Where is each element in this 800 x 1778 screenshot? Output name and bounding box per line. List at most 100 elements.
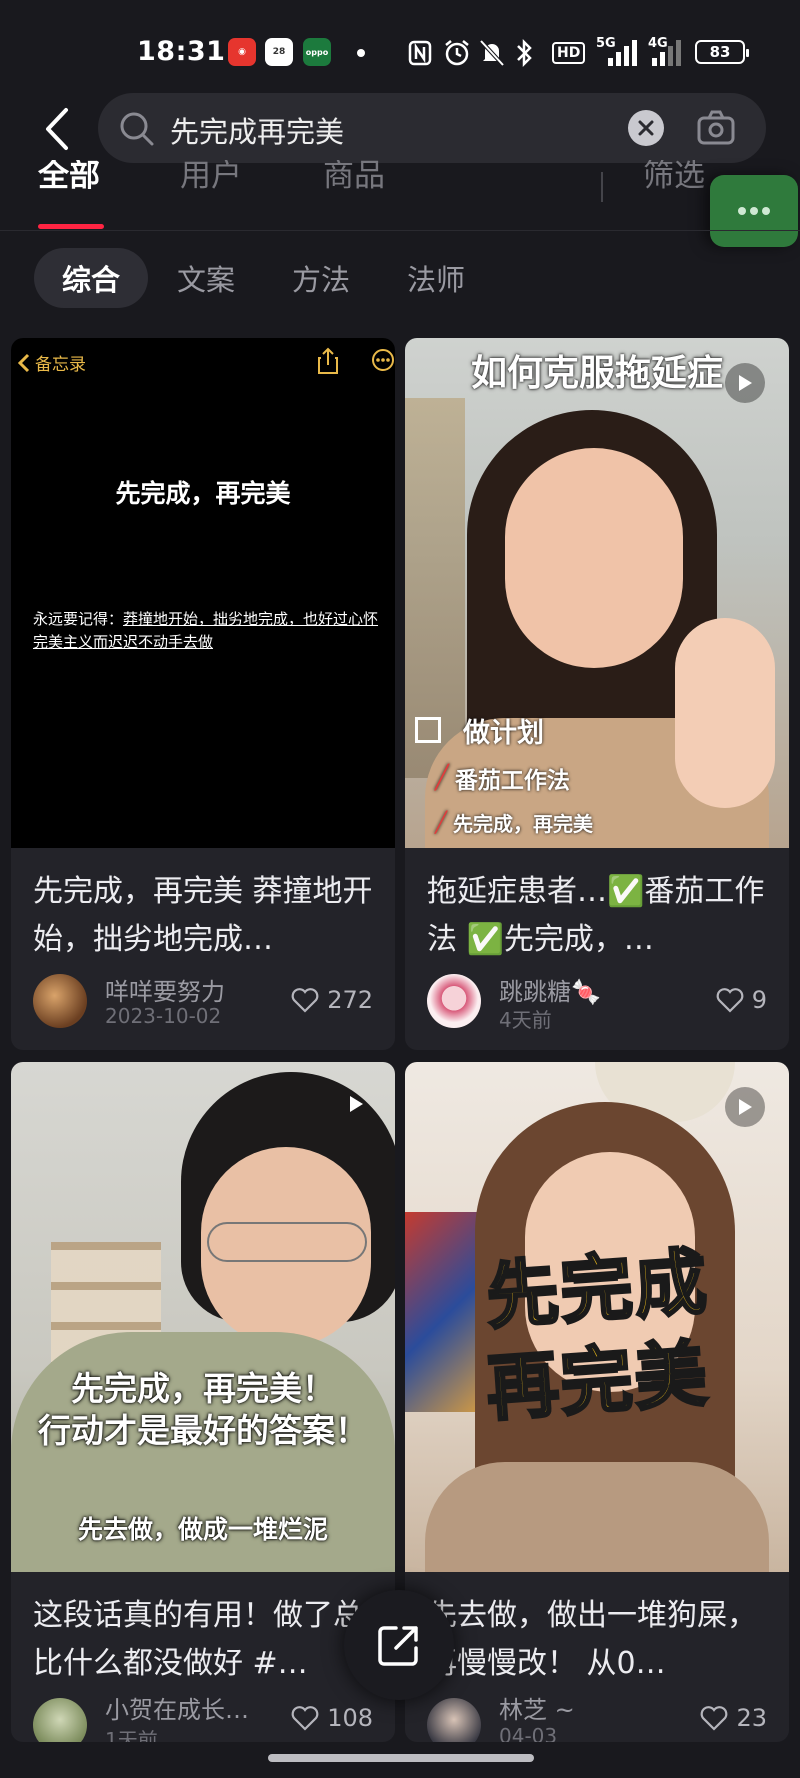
back-arrow-icon[interactable] [38, 104, 78, 154]
heart-icon [701, 1706, 728, 1731]
check-mark-icon: ╱ [435, 810, 448, 834]
calendar-app-icon: 28 [265, 38, 293, 66]
chevron-left-icon [17, 353, 30, 372]
post-date: 4天前 [499, 1008, 552, 1032]
play-button[interactable] [725, 1087, 765, 1127]
notes-back-label: 备忘录 [35, 355, 86, 375]
nfc-icon [408, 40, 432, 66]
result-card[interactable]: 如何克服拖延症 做计划 ╱ 番茄工作法 ╱ 先完成，再完美 拖延症患者…✅番茄工作法… [405, 338, 789, 1050]
avatar[interactable] [427, 974, 481, 1028]
clear-search-button[interactable] [628, 110, 664, 146]
signal-bars-2-icon [652, 40, 681, 66]
play-icon [739, 1099, 752, 1115]
external-share-icon [378, 1626, 418, 1666]
play-button[interactable] [725, 363, 765, 403]
result-card[interactable]: 备忘录 先完成，再完美 永远要记得：莽撞地开始，拙劣地完成，也好过心怀完美主义而… [11, 338, 395, 1050]
notes-heading: 先完成，再完美 [115, 479, 291, 508]
header-divider [0, 230, 800, 231]
home-indicator[interactable] [268, 1754, 534, 1762]
glasses [207, 1222, 367, 1262]
author-name[interactable]: 林芝 ~ [499, 1690, 575, 1725]
author-name[interactable]: 小贺在成长… [105, 1690, 249, 1725]
card-thumbnail-notes: 备忘录 先完成，再完美 永远要记得：莽撞地开始，拙劣地完成，也好过心怀完美主义而… [11, 338, 395, 848]
play-icon [350, 1096, 363, 1112]
card-title: 这段话真的有用！做了总比什么都没做好 #… [33, 1598, 363, 1681]
more-dots-icon [738, 207, 770, 215]
avatar[interactable] [427, 1698, 481, 1742]
share-icon [318, 347, 338, 374]
card-thumbnail-video: 如何克服拖延症 做计划 ╱ 番茄工作法 ╱ 先完成，再完美 [405, 338, 789, 848]
card-thumbnail-video: 先完成，再完美！ 行动才是最好的答案！ 先去做，做成一堆烂泥 [11, 1062, 395, 1572]
floating-share-button[interactable] [344, 1590, 454, 1700]
notes-body-prefix: 永远要记得： [33, 610, 124, 628]
tab-users[interactable]: 用户 [180, 160, 242, 195]
card-title: 先去做，做出一堆狗屎，再慢慢改！ 从0… [427, 1598, 757, 1681]
card-thumbnail-video: 先完成 再完美 [405, 1062, 789, 1572]
tab-products[interactable]: 商品 [323, 160, 385, 195]
chip-comprehensive[interactable]: 综合 [34, 248, 149, 308]
oppo-app-icon: oppo [303, 38, 331, 66]
search-bar[interactable]: 先完成再完美 [98, 93, 766, 163]
tab-all[interactable]: 全部 [38, 160, 100, 195]
check-mark-icon: ╱ [435, 765, 449, 791]
chip-master[interactable]: 法师 [379, 248, 493, 308]
person-face [505, 448, 683, 668]
weibo-app-icon: ◉ [228, 38, 256, 66]
person-body [425, 1462, 769, 1572]
like-button[interactable]: 9 [716, 986, 767, 1014]
like-count: 272 [327, 986, 373, 1014]
avatar[interactable] [33, 974, 87, 1028]
raised-hand [675, 618, 775, 808]
caption-2: 行动才是最好的答案！ [38, 1411, 368, 1450]
caption-3: 先去做，做成一堆烂泥 [77, 1515, 328, 1544]
caption-1: 先完成，再完美！ [71, 1369, 335, 1408]
tab-filter[interactable]: 筛选 [643, 160, 705, 195]
author-name[interactable]: 咩咩要努力 [105, 972, 225, 1007]
camera-search-icon[interactable] [696, 109, 736, 147]
status-time: 18:31 [137, 36, 226, 67]
battery-indicator: 83 [695, 40, 749, 64]
check-item-1: 做计划 [463, 717, 544, 749]
alarm-icon [445, 40, 469, 66]
result-card[interactable]: 先完成 再完美 先去做，做出一堆狗屎，再慢慢改！ 从0… 林芝 ~ 04-03 … [405, 1062, 789, 1742]
mute-bell-icon [479, 39, 505, 67]
checklist: 做计划 ╱ 番茄工作法 ╱ 先完成，再完美 [415, 706, 593, 842]
card-title: 拖延症患者…✅番茄工作法 ✅先完成，… [427, 874, 765, 957]
bluetooth-icon [517, 38, 532, 68]
signal-bars-icon [608, 40, 637, 66]
post-date: 1天前 [105, 1728, 158, 1742]
hd-badge: HD [552, 42, 586, 64]
checkbox-icon [415, 717, 441, 743]
floating-more-button[interactable] [710, 175, 798, 247]
status-bar: 18:31 ◉ 28 oppo HD 5G 4G 83 [0, 0, 800, 90]
card-title: 先完成，再完美 莽撞地开始，拙劣地完成… [33, 874, 373, 957]
notes-body: 永远要记得：莽撞地开始，拙劣地完成，也好过心怀完美主义而迟迟不动手去做 [33, 608, 383, 654]
close-icon [638, 120, 654, 136]
play-button[interactable] [336, 1084, 376, 1124]
like-count: 23 [736, 1704, 767, 1732]
heart-icon [291, 988, 319, 1013]
result-card[interactable]: 先完成，再完美！ 行动才是最好的答案！ 先去做，做成一堆烂泥 这段话真的有用！做… [11, 1062, 395, 1742]
sort-chips: 综合 文案 方法 法师 [0, 248, 800, 308]
post-date: 04-03 [499, 1724, 558, 1742]
active-tab-indicator [38, 224, 104, 229]
search-input[interactable]: 先完成再完美 [170, 109, 344, 151]
like-button[interactable]: 23 [700, 1704, 767, 1732]
tab-divider [601, 172, 603, 202]
check-item-2: 番茄工作法 [454, 768, 570, 794]
avatar[interactable] [33, 1698, 87, 1742]
like-button[interactable]: 272 [291, 986, 373, 1014]
author-name[interactable]: 跳跳糖🍬 [499, 972, 601, 1007]
heart-icon [716, 988, 744, 1013]
heart-icon [291, 1706, 319, 1731]
chip-copywriting[interactable]: 文案 [149, 248, 263, 308]
more-circle-icon [372, 349, 394, 371]
post-date: 2023-10-02 [105, 1004, 222, 1028]
chip-method[interactable]: 方法 [264, 248, 378, 308]
play-icon [739, 375, 752, 391]
like-button[interactable]: 108 [291, 1704, 373, 1732]
like-count: 9 [751, 986, 767, 1014]
like-count: 108 [327, 1704, 373, 1732]
search-icon [120, 112, 154, 146]
check-item-3: 先完成，再完美 [453, 811, 594, 836]
